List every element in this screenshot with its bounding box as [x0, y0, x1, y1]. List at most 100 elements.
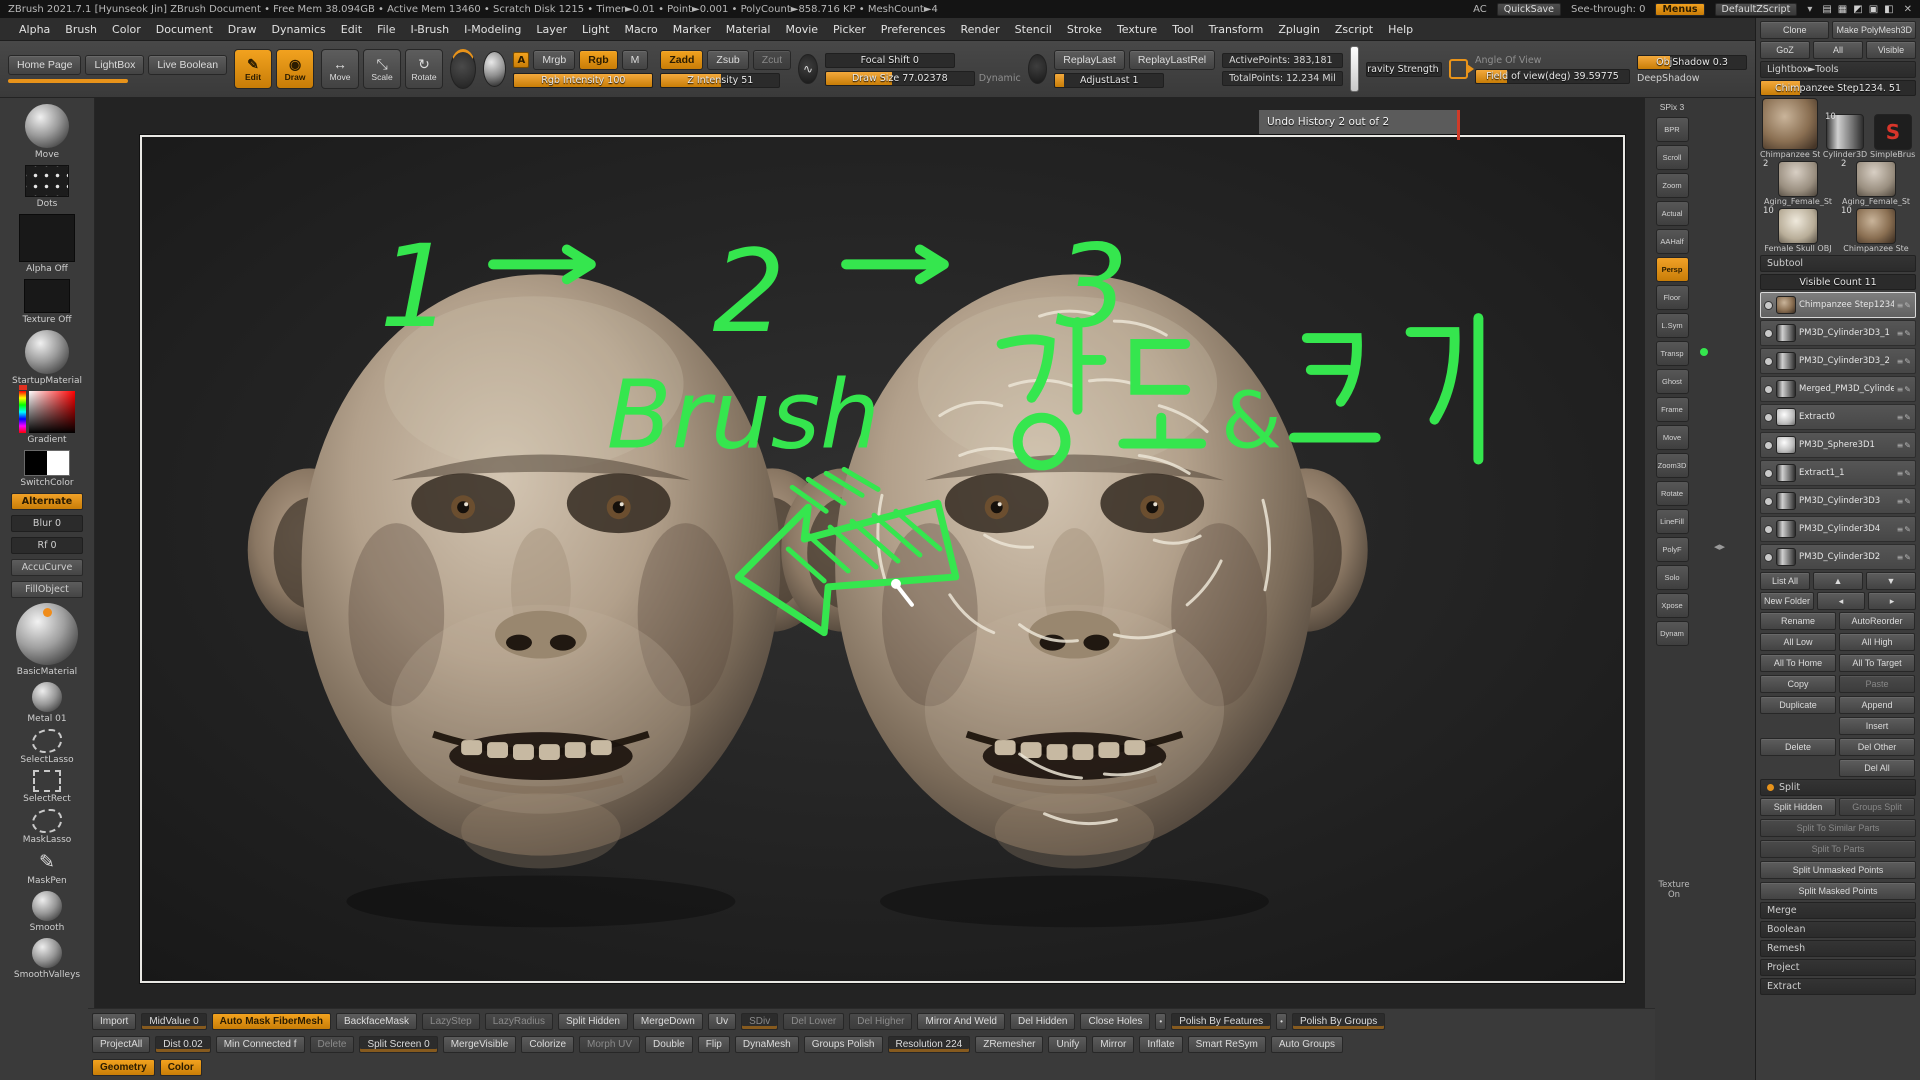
- z-intensity-slider[interactable]: Z Intensity 51: [660, 73, 780, 88]
- bottom-button[interactable]: Polish By Features: [1171, 1013, 1271, 1030]
- visibility-eye-icon[interactable]: [1764, 385, 1773, 394]
- split-action-button[interactable]: Split Masked Points: [1760, 882, 1916, 900]
- bottom-button[interactable]: Auto Mask FiberMesh: [212, 1013, 331, 1030]
- draw-size-slider[interactable]: Draw Size 77.02378: [825, 71, 975, 86]
- palette-section-header[interactable]: Project: [1760, 959, 1916, 976]
- bottom-button[interactable]: Dist 0.02: [155, 1036, 210, 1053]
- menu-item[interactable]: Layer: [529, 21, 574, 38]
- menu-item[interactable]: Edit: [334, 21, 369, 38]
- draw-button[interactable]: ◉Draw: [276, 49, 314, 89]
- menu-item[interactable]: Render: [954, 21, 1007, 38]
- bottom-button[interactable]: Smart ReSym: [1188, 1036, 1266, 1053]
- alpha-slot-icon[interactable]: [1028, 54, 1048, 84]
- left-shelf-item[interactable]: Metal 01: [27, 682, 66, 724]
- subtool-row[interactable]: Merged_PM3D_Cylinder3D5 ≡✎: [1760, 376, 1916, 402]
- live-boolean-button[interactable]: Live Boolean: [148, 55, 227, 75]
- bottom-button[interactable]: •: [1276, 1013, 1287, 1030]
- visibility-eye-icon[interactable]: [1764, 301, 1773, 310]
- camera-icon[interactable]: [1449, 59, 1468, 79]
- layout-icon[interactable]: ◩: [1853, 4, 1862, 15]
- menu-item[interactable]: Dynamics: [265, 21, 333, 38]
- layout-icon[interactable]: ▣: [1869, 4, 1878, 15]
- bottom-button[interactable]: ZRemesher: [975, 1036, 1043, 1053]
- subtool-action-button[interactable]: All To Target: [1839, 654, 1915, 672]
- right-shelf-button[interactable]: SPix 3: [1656, 100, 1689, 114]
- zsub-button[interactable]: Zsub: [707, 50, 748, 70]
- bottom-button[interactable]: Mirror And Weld: [917, 1013, 1005, 1030]
- bottom-button[interactable]: ProjectAll: [92, 1036, 150, 1053]
- dynamic-toggle[interactable]: Dynamic: [979, 73, 1021, 84]
- subtool-action-button[interactable]: Del Other: [1839, 738, 1915, 756]
- menu-item[interactable]: I-Brush: [403, 21, 456, 38]
- right-shelf-button[interactable]: Actual: [1656, 201, 1689, 226]
- subtool-action-button[interactable]: All To Home: [1760, 654, 1836, 672]
- goz-button[interactable]: GoZ: [1760, 41, 1810, 59]
- subtool-mini-icons[interactable]: ≡✎: [1897, 497, 1912, 506]
- left-shelf-item[interactable]: MaskPen: [27, 850, 67, 886]
- texture-on-label[interactable]: Texture On: [1652, 880, 1696, 900]
- subtool-row[interactable]: PM3D_Cylinder3D4 ≡✎: [1760, 516, 1916, 542]
- subtool-action-button[interactable]: Duplicate: [1760, 696, 1836, 714]
- left-shelf-item[interactable]: FillObject: [11, 581, 83, 598]
- bottom-button[interactable]: Resolution 224: [888, 1036, 971, 1053]
- right-shelf-button[interactable]: PolyF: [1656, 537, 1689, 562]
- left-shelf-item[interactable]: BasicMaterial: [16, 603, 78, 677]
- left-shelf-item[interactable]: Gradient: [19, 391, 75, 445]
- undo-history-marker[interactable]: [1457, 110, 1460, 140]
- menu-item[interactable]: Light: [575, 21, 616, 38]
- bottom-button[interactable]: Del Lower: [783, 1013, 844, 1030]
- menu-item[interactable]: Stroke: [1060, 21, 1109, 38]
- bottom-button[interactable]: LazyStep: [422, 1013, 480, 1030]
- bottom-button[interactable]: Inflate: [1139, 1036, 1182, 1053]
- subtool-row[interactable]: Extract1_1 ≡✎: [1760, 460, 1916, 486]
- menu-item[interactable]: Zplugin: [1271, 21, 1327, 38]
- subtool-action-button[interactable]: Delete: [1760, 738, 1836, 756]
- menu-item[interactable]: Tool: [1165, 21, 1200, 38]
- focal-shift-slider[interactable]: Focal Shift 0: [825, 53, 955, 68]
- subtool-row[interactable]: PM3D_Cylinder3D3 ≡✎: [1760, 488, 1916, 514]
- left-shelf-item[interactable]: Smooth: [30, 891, 65, 933]
- subtool-mini-icons[interactable]: ≡✎: [1897, 301, 1912, 310]
- subtool-up-icon[interactable]: ▲: [1813, 572, 1863, 590]
- goz-visible-button[interactable]: Visible: [1866, 41, 1916, 59]
- right-shelf-button[interactable]: Ghost: [1656, 369, 1689, 394]
- tool-thumbnail[interactable]: 10 Cylinder3D: [1822, 114, 1868, 159]
- subtool-down-icon[interactable]: ▼: [1866, 572, 1916, 590]
- subtool-mini-icons[interactable]: ≡✎: [1897, 441, 1912, 450]
- tool-thumbnail[interactable]: 10 Female Skull OBJ: [1760, 208, 1836, 253]
- subtool-action-button[interactable]: Append: [1839, 696, 1915, 714]
- menu-item[interactable]: I-Modeling: [457, 21, 528, 38]
- deep-shadow-toggle[interactable]: DeepShadow: [1637, 73, 1747, 84]
- left-shelf-item[interactable]: Rf 0: [11, 537, 83, 554]
- bottom-button[interactable]: Unify: [1048, 1036, 1087, 1053]
- palette-section-header[interactable]: Remesh: [1760, 940, 1916, 957]
- right-shelf-button[interactable]: Rotate: [1656, 481, 1689, 506]
- visibility-eye-icon[interactable]: [1764, 329, 1773, 338]
- layout-icon[interactable]: ◧: [1884, 4, 1893, 15]
- menu-item[interactable]: Stencil: [1008, 21, 1059, 38]
- subtool-action-button[interactable]: Insert: [1839, 717, 1915, 735]
- subtool-row[interactable]: Chimpanzee Step1234 ≡✎: [1760, 292, 1916, 318]
- bottom-button[interactable]: MergeDown: [633, 1013, 703, 1030]
- subtool-row[interactable]: PM3D_Cylinder3D3_1 ≡✎: [1760, 320, 1916, 346]
- zadd-button[interactable]: Zadd: [660, 50, 703, 70]
- palette-tab[interactable]: Color: [160, 1059, 202, 1076]
- home-page-button[interactable]: Home Page: [8, 55, 81, 75]
- close-icon[interactable]: ✕: [1904, 4, 1912, 15]
- subtool-action-button[interactable]: Rename: [1760, 612, 1836, 630]
- visibility-eye-icon[interactable]: [1764, 441, 1773, 450]
- subtool-action-button[interactable]: All Low: [1760, 633, 1836, 651]
- rotate-button[interactable]: ↻Rotate: [405, 49, 443, 89]
- bottom-button[interactable]: Delete: [310, 1036, 355, 1053]
- field-of-view-slider[interactable]: Field of view(deg) 39.59775: [1475, 69, 1630, 84]
- left-shelf-item[interactable]: SwitchColor: [20, 450, 73, 488]
- split-action-button[interactable]: Groups Split: [1839, 798, 1915, 816]
- menu-item[interactable]: Preferences: [874, 21, 953, 38]
- m-button[interactable]: M: [622, 50, 649, 70]
- palette-section-header[interactable]: Extract: [1760, 978, 1916, 995]
- visibility-eye-icon[interactable]: [1764, 497, 1773, 506]
- gravity-strength-slider[interactable]: Gravity Strength 0: [1366, 62, 1442, 77]
- bottom-button[interactable]: Polish By Groups: [1292, 1013, 1385, 1030]
- tool-opacity-vslider[interactable]: [1350, 46, 1359, 92]
- bottom-button[interactable]: Import: [92, 1013, 136, 1030]
